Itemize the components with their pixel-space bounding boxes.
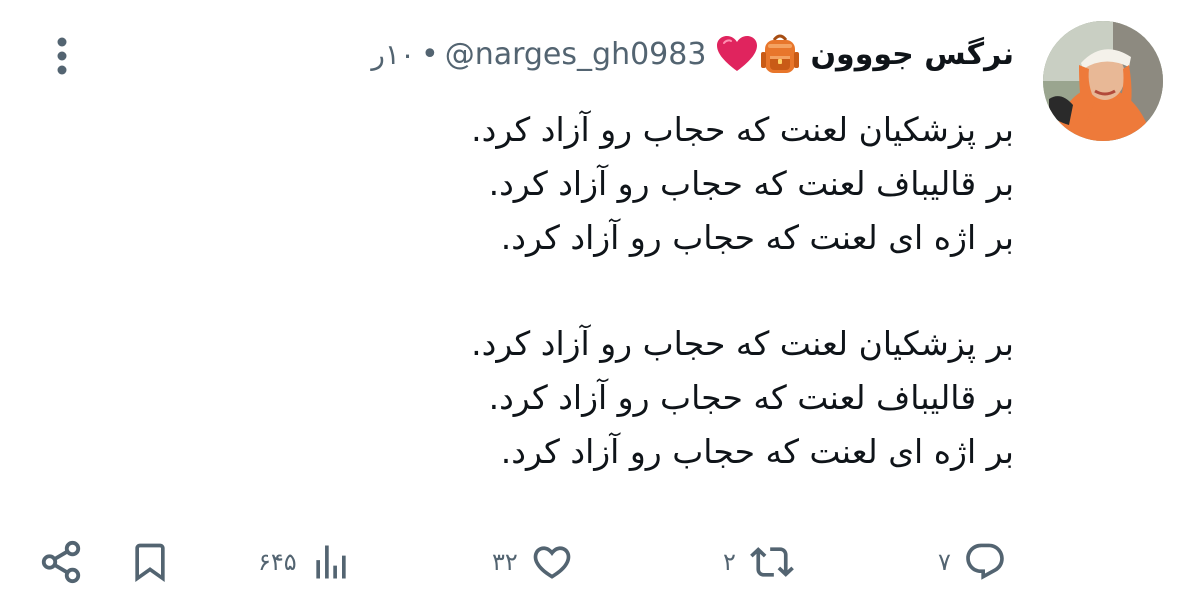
retweet-button[interactable]: ۲ [723,532,796,592]
bookmark-icon [128,540,172,584]
name-emojis [716,32,806,76]
like-count: ۳۲ [492,548,518,576]
retweet-icon [748,540,796,584]
separator-dot: • [420,36,439,72]
views-count: ۶۴۵ [258,548,297,576]
tweet-text: بر پزشکیان لعنت که حجاب رو آزاد کرد. بر … [254,103,1014,479]
bookmark-button[interactable] [128,532,172,592]
more-vertical-icon [57,37,67,75]
views-chart-icon [309,540,353,584]
reply-count: ۷ [938,548,951,576]
timestamp[interactable]: ۱۰ر [371,38,415,71]
heart-icon [530,540,574,584]
views-button[interactable]: ۶۴۵ [258,532,353,592]
retweet-count: ۲ [723,548,736,576]
avatar-photo-icon [1043,21,1163,141]
tweet-line: بر پزشکیان لعنت که حجاب رو آزاد کرد. [471,110,1014,149]
reply-button[interactable]: ۷ [938,532,1007,592]
share-icon [38,539,84,585]
tweet-card: نرگس جووون @narges_gh0983 • ۱۰ر بر پزشکی… [0,0,1200,615]
tweet-line: بر اژه ای لعنت که حجاب رو آزاد کرد. [500,432,1014,471]
red-heart-emoji-icon [717,36,758,71]
tweet-header: نرگس جووون @narges_gh0983 • ۱۰ر [371,26,1014,82]
display-name[interactable]: نرگس جووون [810,37,1014,72]
tweet-line: بر قالیباف لعنت که حجاب رو آزاد کرد. [488,378,1014,417]
action-bar: ۷ ۲ ۳۲ ۶۴۵ [0,532,1200,592]
reply-icon [963,540,1007,584]
tweet-line: بر قالیباف لعنت که حجاب رو آزاد کرد. [488,164,1014,203]
user-handle[interactable]: @narges_gh0983 [445,37,707,72]
share-button[interactable] [38,532,84,592]
backpack-emoji-icon [761,34,800,73]
tweet-line: بر اژه ای لعنت که حجاب رو آزاد کرد. [500,218,1014,257]
more-options-button[interactable] [44,34,80,78]
tweet-line: بر پزشکیان لعنت که حجاب رو آزاد کرد. [471,324,1014,363]
like-button[interactable]: ۳۲ [492,532,574,592]
avatar[interactable] [1043,21,1163,141]
